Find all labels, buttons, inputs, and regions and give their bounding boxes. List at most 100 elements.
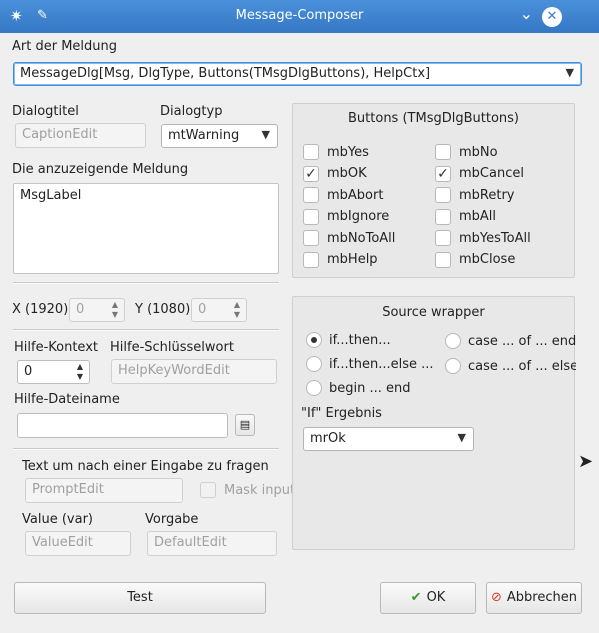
default-input[interactable]: DefaultEdit bbox=[147, 531, 277, 556]
help-file-input[interactable] bbox=[17, 413, 228, 438]
test-button[interactable]: Test bbox=[14, 582, 266, 614]
test-button-label: Test bbox=[127, 590, 153, 605]
browse-file-icon[interactable]: ▤ bbox=[235, 414, 255, 436]
value-input[interactable]: ValueEdit bbox=[25, 531, 131, 556]
dialog-type-label: Dialogtyp bbox=[160, 104, 223, 119]
radio-dot-icon bbox=[445, 358, 461, 374]
dialog-type-select[interactable]: mtWarning ▼ bbox=[161, 124, 278, 148]
checkbox-label: mbYesToAll bbox=[459, 230, 531, 246]
message-kind-value: MessageDlg[Msg, DlgType, Buttons(TMsgDlg… bbox=[20, 66, 431, 81]
checkbox-box bbox=[435, 144, 451, 160]
cancel-icon: ⊘ bbox=[491, 590, 502, 605]
mouse-cursor-icon: ➤ bbox=[578, 451, 594, 472]
checkbox-mbretry[interactable]: mbRetry bbox=[435, 187, 515, 203]
help-keyword-input[interactable]: HelpKeyWordEdit bbox=[111, 359, 277, 384]
checkbox-label: mbNo bbox=[459, 144, 498, 160]
radio-dot-icon bbox=[445, 333, 461, 349]
checkbox-box bbox=[303, 187, 319, 203]
checkbox-mbclose[interactable]: mbClose bbox=[435, 251, 516, 268]
source-wrapper-options: if...then... case ... of ... end; if...the… bbox=[293, 332, 576, 396]
checkbox-mbyestoall[interactable]: mbYesToAll bbox=[435, 230, 531, 246]
buttons-group-title: Buttons (TMsgDlgButtons) bbox=[348, 111, 519, 126]
dialog-title-input[interactable]: CaptionEdit bbox=[15, 123, 146, 148]
checkbox-label: mbNoToAll bbox=[327, 230, 396, 246]
close-icon[interactable]: ✕ bbox=[542, 7, 562, 27]
source-wrapper-title: Source wrapper bbox=[382, 305, 485, 320]
cancel-button[interactable]: ⊘ Abbrechen bbox=[486, 582, 582, 614]
checkbox-mbcancel[interactable]: ✓ mbCancel bbox=[435, 165, 524, 182]
radio-option[interactable]: case ... of ... else ... bbox=[445, 358, 576, 374]
radio-dot-icon bbox=[306, 380, 322, 396]
minimize-icon[interactable]: ⌄ bbox=[520, 6, 533, 22]
checkbox-box bbox=[303, 208, 319, 225]
checkbox-mbhelp[interactable]: mbHelp bbox=[303, 251, 378, 268]
checkbox-mbabort[interactable]: mbAbort bbox=[303, 187, 383, 203]
mask-input-checkbox[interactable]: Mask input bbox=[200, 482, 295, 498]
chevron-down-icon: ▼ bbox=[261, 128, 270, 141]
y-spin[interactable]: 0 ▲ ▼ bbox=[191, 298, 247, 322]
help-keyword-label: Hilfe-Schlüsselwort bbox=[110, 340, 234, 355]
prompt-input[interactable]: PromptEdit bbox=[25, 478, 183, 503]
message-memo[interactable]: MsgLabel bbox=[13, 183, 279, 274]
if-result-select[interactable]: mrOk ▼ bbox=[303, 427, 474, 451]
checkbox-box bbox=[435, 230, 451, 246]
checkbox-box bbox=[435, 208, 451, 225]
checkbox-box bbox=[200, 482, 216, 498]
checkbox-box bbox=[303, 251, 319, 268]
checkbox-mbok[interactable]: ✓ mbOK bbox=[303, 165, 367, 182]
radio-label: begin ... end bbox=[329, 380, 411, 396]
help-context-spin[interactable]: 0 ▲ ▼ bbox=[17, 360, 90, 384]
checkbox-label: mbIgnore bbox=[327, 209, 390, 224]
y-value: 0 bbox=[198, 302, 207, 317]
checkbox-mbignore[interactable]: mbIgnore bbox=[303, 208, 390, 225]
checkbox-label: mbClose bbox=[459, 252, 516, 267]
chevron-down-icon: ▼ bbox=[565, 66, 574, 79]
dialog-body: Art der Meldung MessageDlg[Msg, DlgType,… bbox=[0, 33, 599, 633]
dialog-type-value: mtWarning bbox=[168, 128, 240, 143]
checkbox-mbyes[interactable]: mbYes bbox=[303, 144, 369, 160]
title-bar: ✷ ✎ Message-Composer ⌄ ✕ bbox=[0, 0, 599, 33]
if-result-label: "If" Ergebnis bbox=[301, 406, 382, 421]
radio-option[interactable]: case ... of ... end; bbox=[445, 333, 576, 349]
x-spin[interactable]: 0 ▲ ▼ bbox=[69, 298, 125, 322]
checkbox-box bbox=[303, 230, 319, 246]
separator bbox=[13, 329, 279, 331]
spin-arrows-icon[interactable]: ▲ ▼ bbox=[232, 300, 242, 320]
checkmark-icon: ✓ bbox=[303, 165, 319, 182]
message-kind-label: Art der Meldung bbox=[12, 39, 118, 54]
chevron-down-icon: ▼ bbox=[457, 431, 466, 444]
checkbox-label: mbYes bbox=[327, 144, 369, 160]
source-wrapper-group: Source wrapper if...then... case ... of .… bbox=[292, 296, 576, 550]
radio-option[interactable]: if...then... bbox=[306, 332, 391, 348]
buttons-group: Buttons (TMsgDlgButtons) mbYes mbNo ✓ mbOK ✓… bbox=[292, 103, 575, 278]
checkbox-mbnotoall[interactable]: mbNoToAll bbox=[303, 230, 395, 246]
cancel-button-label: Abbrechen bbox=[506, 590, 577, 605]
radio-option[interactable]: begin ... end bbox=[306, 380, 411, 396]
message-kind-select[interactable]: MessageDlg[Msg, DlgType, Buttons(TMsgDlg… bbox=[13, 62, 582, 86]
checkbox-label: mbRetry bbox=[459, 187, 515, 203]
spin-arrows-icon[interactable]: ▲ ▼ bbox=[75, 362, 85, 382]
separator bbox=[13, 282, 279, 284]
checkmark-icon: ✓ bbox=[435, 165, 451, 182]
checkbox-box bbox=[435, 251, 451, 268]
checkmark-icon: ✔ bbox=[410, 590, 422, 605]
help-file-label: Hilfe-Dateiname bbox=[14, 392, 120, 407]
message-label: Die anzuzeigende Meldung bbox=[12, 162, 189, 177]
radio-label: if...then...else ... bbox=[329, 356, 434, 372]
checkbox-mball[interactable]: mbAll bbox=[435, 208, 496, 225]
ok-button[interactable]: ✔ OK bbox=[380, 582, 476, 614]
radio-dot-icon bbox=[306, 332, 322, 348]
checkbox-mbno[interactable]: mbNo bbox=[435, 144, 498, 160]
checkbox-box bbox=[435, 187, 451, 203]
y-label: Y (1080) bbox=[135, 302, 191, 317]
default-label: Vorgabe bbox=[145, 512, 199, 527]
radio-label: case ... of ... end; bbox=[468, 333, 576, 349]
x-label: X (1920) bbox=[12, 302, 69, 317]
mask-input-label: Mask input bbox=[224, 482, 296, 498]
checkbox-label: mbHelp bbox=[327, 252, 378, 267]
radio-option[interactable]: if...then...else ... bbox=[306, 356, 434, 372]
if-result-value: mrOk bbox=[310, 431, 346, 446]
spin-arrows-icon[interactable]: ▲ ▼ bbox=[110, 300, 120, 320]
help-context-label: Hilfe-Kontext bbox=[14, 340, 98, 355]
prompt-label: Text um nach einer Eingabe zu fragen bbox=[22, 459, 269, 474]
